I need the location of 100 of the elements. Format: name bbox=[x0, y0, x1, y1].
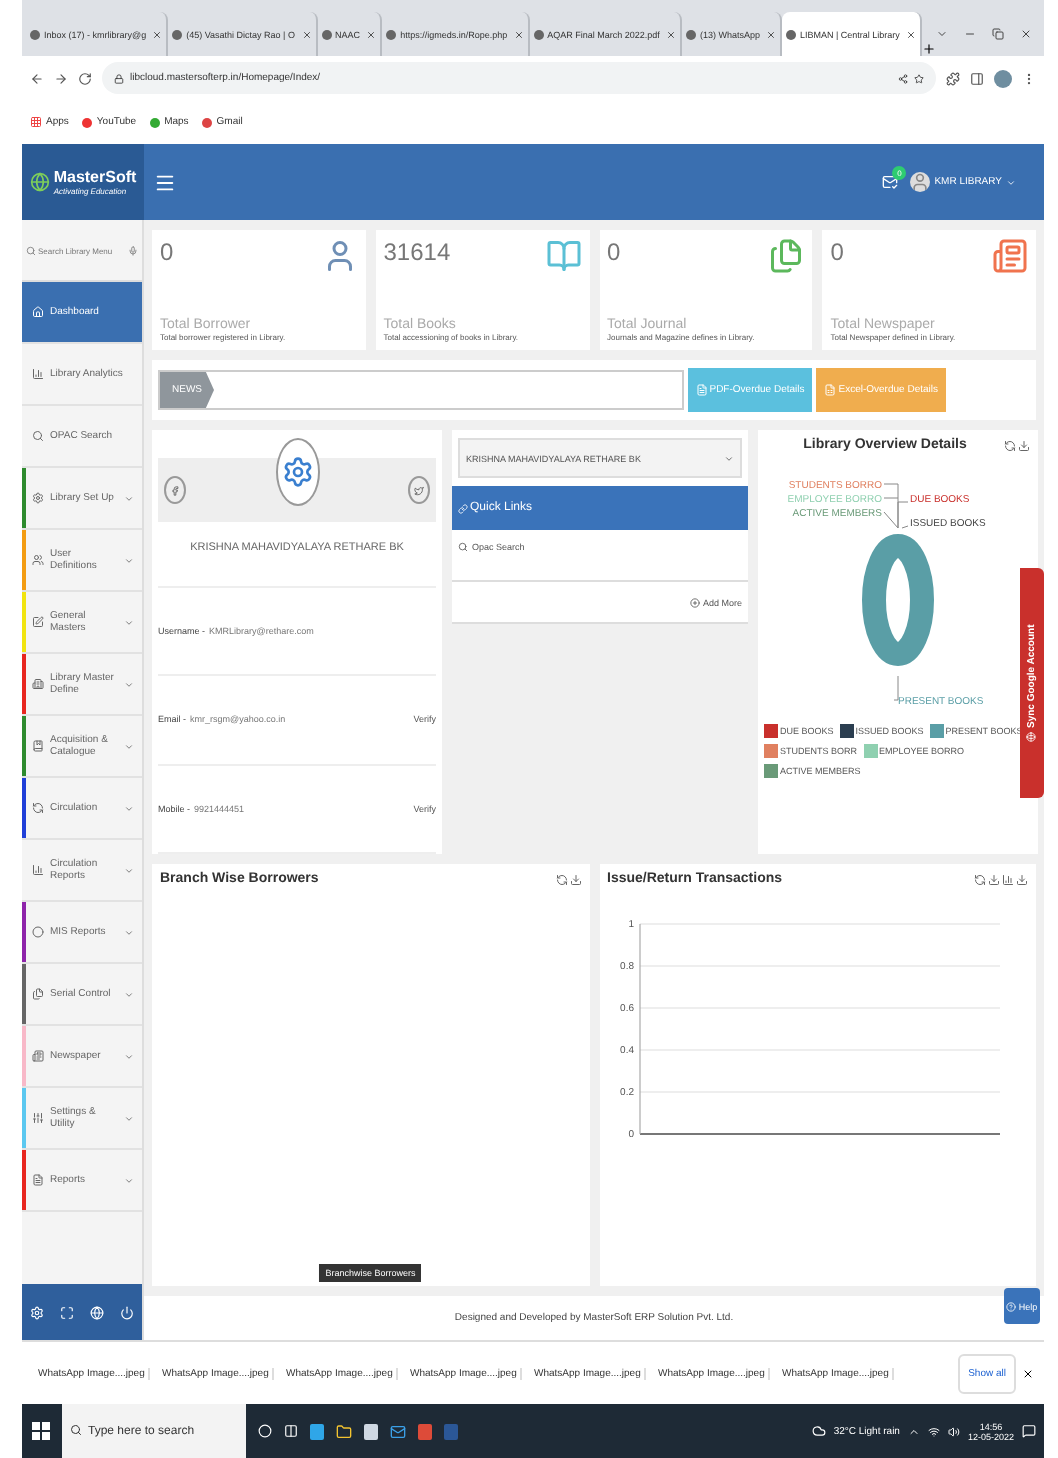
favicon-icon bbox=[321, 29, 332, 39]
download-icon[interactable] bbox=[569, 873, 581, 885]
bar-chart-icon bbox=[32, 864, 44, 876]
more-icon[interactable] bbox=[1022, 71, 1036, 85]
chevron-down-icon bbox=[124, 617, 134, 627]
link-icon bbox=[458, 503, 468, 513]
home-icon bbox=[32, 306, 44, 318]
globe-icon bbox=[29, 172, 50, 192]
download-icon[interactable] bbox=[988, 873, 1000, 885]
microphone-icon[interactable] bbox=[128, 245, 138, 255]
favicon-icon bbox=[30, 29, 40, 39]
refresh-icon[interactable] bbox=[1004, 439, 1016, 451]
globe-icon[interactable] bbox=[90, 1305, 104, 1319]
search-icon bbox=[26, 245, 36, 255]
newspaper-icon bbox=[992, 238, 1028, 274]
circle-icon[interactable] bbox=[258, 1424, 272, 1438]
stat-value: 0 bbox=[830, 238, 846, 266]
folder-icon[interactable] bbox=[336, 1423, 352, 1439]
bar-chart-icon bbox=[32, 368, 44, 380]
lock-icon bbox=[114, 73, 124, 83]
chevron-down-icon bbox=[124, 927, 134, 937]
forward-icon[interactable] bbox=[54, 71, 68, 85]
globe-icon bbox=[1027, 731, 1037, 742]
app-icon[interactable] bbox=[310, 1423, 324, 1439]
book-icon bbox=[32, 740, 44, 752]
chevron-down-icon bbox=[124, 989, 134, 999]
chevron-down-icon bbox=[124, 1175, 134, 1185]
bar-chart-icon[interactable] bbox=[1002, 873, 1014, 885]
favicon-icon bbox=[533, 29, 544, 39]
chevron-down-icon bbox=[124, 493, 134, 503]
star-icon[interactable] bbox=[914, 73, 924, 83]
users-icon bbox=[32, 554, 44, 566]
chevron-down-icon bbox=[124, 1113, 134, 1123]
side-panel-icon[interactable] bbox=[970, 71, 984, 85]
task-view-icon[interactable] bbox=[284, 1424, 298, 1438]
mail-icon[interactable] bbox=[390, 1423, 406, 1439]
network-icon[interactable] bbox=[927, 1425, 940, 1437]
notifications-icon[interactable] bbox=[1022, 1424, 1036, 1438]
building-icon bbox=[32, 678, 44, 690]
caret-icon bbox=[1006, 177, 1016, 187]
restore-icon[interactable] bbox=[992, 28, 1004, 40]
favicon-icon bbox=[150, 117, 161, 127]
facebook-icon[interactable] bbox=[164, 476, 186, 504]
chevron-down-icon bbox=[124, 865, 134, 875]
spreadsheet-icon bbox=[824, 384, 837, 396]
twitter-icon[interactable] bbox=[408, 476, 430, 504]
sliders-icon bbox=[32, 1112, 44, 1124]
chevron-down-icon bbox=[124, 1051, 134, 1061]
chevron-up-icon[interactable] bbox=[907, 1425, 920, 1437]
windows-logo-icon[interactable] bbox=[32, 1422, 50, 1440]
close-icon[interactable] bbox=[1022, 1367, 1034, 1379]
plus-circle-icon bbox=[690, 597, 701, 607]
chevron-down-icon bbox=[124, 679, 134, 689]
chevron-down-icon bbox=[124, 555, 134, 565]
donut-chart-drawing bbox=[862, 534, 934, 666]
stat-value: 31614 bbox=[383, 238, 453, 266]
refresh-icon[interactable] bbox=[974, 873, 986, 885]
chevron-down-icon bbox=[124, 741, 134, 751]
favicon-icon bbox=[82, 117, 93, 127]
search-icon bbox=[458, 542, 468, 552]
help-icon bbox=[1006, 1301, 1017, 1311]
profile-avatar[interactable] bbox=[994, 69, 1012, 87]
edit-icon bbox=[32, 616, 44, 628]
refresh-icon bbox=[32, 802, 44, 814]
download-icon[interactable] bbox=[1016, 873, 1028, 885]
reload-icon[interactable] bbox=[78, 71, 92, 85]
gear-emblem-icon bbox=[281, 456, 313, 488]
weather-icon bbox=[811, 1424, 826, 1438]
share-icon[interactable] bbox=[898, 73, 908, 83]
circle-icon bbox=[32, 926, 44, 938]
files-icon bbox=[768, 238, 805, 274]
document-icon bbox=[695, 384, 708, 396]
newspaper-icon bbox=[32, 1050, 44, 1062]
menu-icon[interactable] bbox=[154, 171, 176, 193]
download-icon[interactable] bbox=[1018, 439, 1030, 451]
book-icon bbox=[545, 238, 581, 274]
fullscreen-icon[interactable] bbox=[60, 1305, 74, 1319]
settings-icon[interactable] bbox=[30, 1305, 44, 1319]
document-icon bbox=[32, 1174, 44, 1186]
gear-icon bbox=[32, 492, 44, 504]
app-icon[interactable] bbox=[364, 1423, 378, 1439]
close-icon[interactable] bbox=[1020, 28, 1032, 40]
favicon-icon bbox=[386, 29, 397, 39]
caret-icon bbox=[724, 453, 734, 463]
stat-value: 0 bbox=[607, 238, 623, 266]
favicon-icon bbox=[202, 117, 213, 127]
search-icon bbox=[32, 430, 44, 442]
favicon-icon bbox=[172, 29, 183, 39]
power-icon[interactable] bbox=[120, 1305, 134, 1319]
refresh-icon[interactable] bbox=[555, 873, 567, 885]
chevron-down-icon bbox=[124, 803, 134, 813]
stat-value: 0 bbox=[160, 238, 176, 266]
new-tab-icon[interactable] bbox=[921, 42, 936, 56]
grid-icon bbox=[30, 116, 42, 128]
extensions-icon[interactable] bbox=[946, 71, 960, 85]
files-icon bbox=[32, 988, 44, 1000]
speaker-icon[interactable] bbox=[947, 1425, 960, 1437]
back-icon[interactable] bbox=[30, 71, 44, 85]
user-avatar-icon bbox=[910, 172, 931, 192]
search-icon bbox=[70, 1424, 82, 1436]
